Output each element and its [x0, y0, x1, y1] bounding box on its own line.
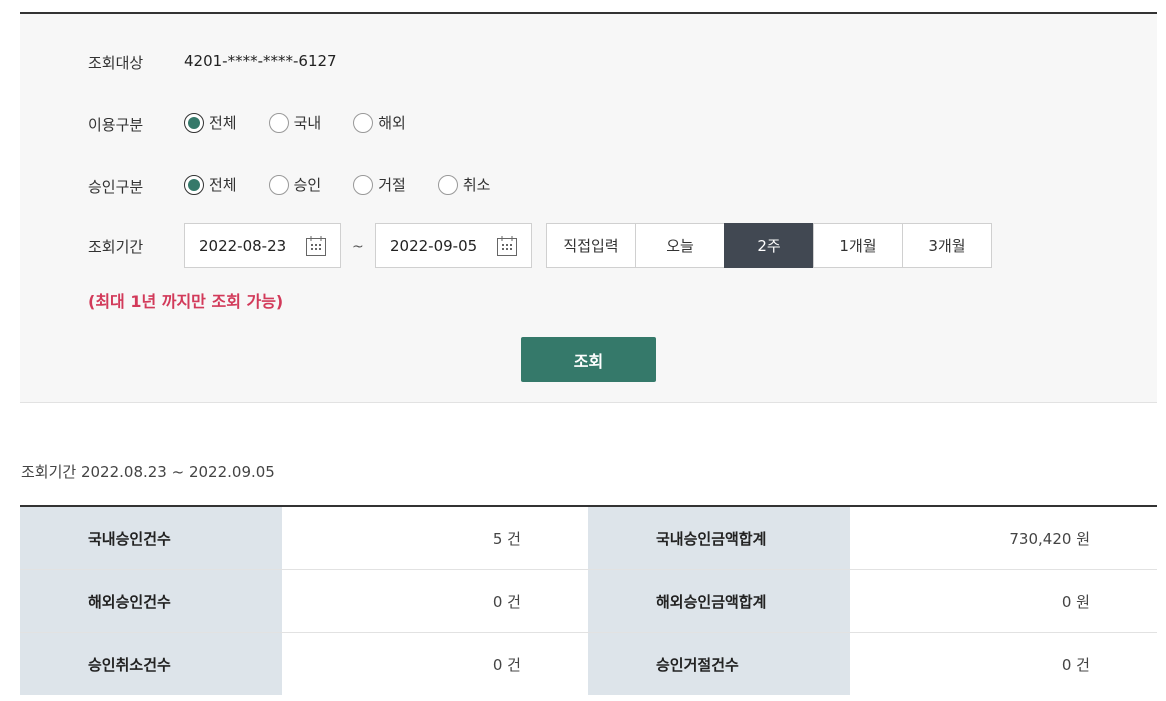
table-header-cell: 국내승인금액합계	[588, 506, 850, 570]
approval-radio-all[interactable]: 전체	[184, 174, 237, 195]
approval-radio-declined[interactable]: 거절	[353, 174, 406, 195]
table-value-cell: 0 건	[492, 655, 521, 674]
period-button-direct[interactable]: 직접입력	[546, 223, 636, 268]
result-period-summary: 조회기간 2022.08.23 ~ 2022.09.05	[21, 463, 275, 481]
target-card-number: 4201-****-****-6127	[184, 52, 337, 70]
period-button-1month[interactable]: 1개월	[813, 223, 903, 268]
date-range-separator: ~	[352, 239, 364, 255]
table-value-cell: 5 건	[282, 506, 588, 570]
table-value-cell: 0 원	[850, 569, 1157, 633]
approval-option-label: 전체	[209, 176, 237, 194]
end-date-value[interactable]: 2022-09-05	[390, 237, 496, 255]
usage-radio-group: 전체 국내 해외	[184, 112, 438, 133]
table-header-cell: 해외승인건수	[20, 569, 282, 633]
table-value-cell: 0 건	[1061, 655, 1090, 674]
search-button[interactable]: 조회	[521, 337, 656, 382]
radio-unchecked-icon[interactable]	[437, 174, 458, 195]
radio-unchecked-icon[interactable]	[353, 112, 374, 133]
usage-option-label: 전체	[209, 114, 237, 132]
usage-label: 이용구분	[88, 116, 144, 134]
summary-table: 국내승인건수 5 건 국내승인금액합계 730,420 원 해외승인건수 0 건…	[20, 505, 1157, 695]
period-button-2weeks[interactable]: 2주	[724, 223, 814, 268]
calendar-icon[interactable]	[496, 235, 518, 257]
table-value-cell: 0 건	[282, 569, 588, 633]
usage-option-label: 국내	[293, 114, 322, 132]
period-limit-notice: (최대 1년 까지만 조회 가능)	[88, 292, 284, 311]
table-header-cell: 국내승인건수	[20, 506, 282, 570]
radio-unchecked-icon[interactable]	[268, 112, 289, 133]
period-button-group: 직접입력 오늘 2주 1개월 3개월	[546, 223, 992, 268]
approval-radio-cancelled[interactable]: 취소	[437, 174, 491, 195]
end-date-field[interactable]: 2022-09-05	[375, 223, 532, 268]
table-header-cell: 승인취소건수	[20, 632, 282, 695]
radio-unchecked-icon[interactable]	[353, 174, 374, 195]
approval-option-label: 취소	[462, 176, 491, 194]
period-button-today[interactable]: 오늘	[635, 223, 725, 268]
table-value-cell: 730,420 원	[850, 506, 1157, 570]
table-header-cell: 해외승인금액합계	[588, 569, 850, 633]
radio-unchecked-icon[interactable]	[268, 174, 289, 195]
period-button-3months[interactable]: 3개월	[902, 223, 992, 268]
usage-option-label: 해외	[378, 114, 406, 132]
table-row: 승인취소건수 0 건 승인거절건수 0 건	[20, 632, 1157, 695]
radio-checked-icon[interactable]	[184, 174, 204, 195]
approval-radio-group: 전체 승인 거절 취소	[184, 174, 522, 195]
period-label: 조회기간	[88, 238, 144, 256]
table-header-cell: 승인거절건수	[588, 632, 850, 695]
start-date-value[interactable]: 2022-08-23	[199, 237, 305, 255]
approval-option-label: 거절	[378, 176, 406, 194]
usage-radio-all[interactable]: 전체	[184, 112, 237, 133]
table-row: 국내승인건수 5 건 국내승인금액합계 730,420 원	[20, 506, 1157, 570]
search-panel: 조회대상 4201-****-****-6127 이용구분 전체 국내 해외 승…	[20, 12, 1157, 403]
calendar-icon[interactable]	[305, 235, 327, 257]
usage-radio-overseas[interactable]: 해외	[353, 112, 406, 133]
usage-radio-domestic[interactable]: 국내	[268, 112, 322, 133]
table-row: 해외승인건수 0 건 해외승인금액합계 0 원	[20, 569, 1157, 633]
approval-option-label: 승인	[293, 176, 322, 194]
radio-checked-icon[interactable]	[184, 112, 204, 133]
approval-label: 승인구분	[88, 178, 144, 196]
target-label: 조회대상	[88, 54, 144, 72]
approval-radio-approved[interactable]: 승인	[268, 174, 322, 195]
start-date-field[interactable]: 2022-08-23	[184, 223, 341, 268]
